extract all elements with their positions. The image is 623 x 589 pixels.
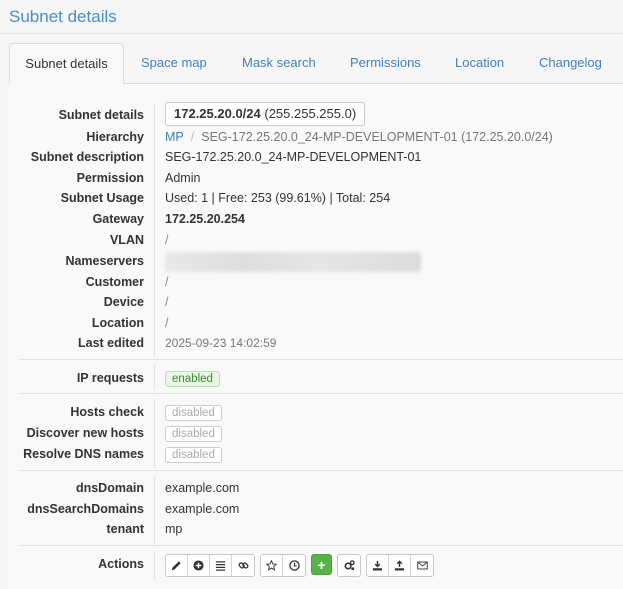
hosts-check-status-badge: disabled xyxy=(165,405,222,421)
link-icon xyxy=(238,562,248,569)
tab-mask-search[interactable]: Mask search xyxy=(242,43,316,84)
link-button[interactable] xyxy=(232,555,254,576)
action-group-favourite xyxy=(260,554,306,577)
cogs-icon xyxy=(344,560,355,571)
upload-icon xyxy=(394,560,405,571)
history-button[interactable] xyxy=(283,555,305,576)
breadcrumb: MP / SEG-172.25.20.0_24-MP-DEVELOPMENT-01 … xyxy=(165,127,553,147)
permission-label: Permission xyxy=(76,171,144,185)
resolve-dns-status-badge: disabled xyxy=(165,447,222,463)
ip-requests-label: IP requests xyxy=(76,371,144,385)
action-group-edit xyxy=(165,554,255,577)
title-divider xyxy=(0,33,623,34)
tab-space-map[interactable]: Space map xyxy=(141,43,207,84)
dns-search-domains-value: example.com xyxy=(165,502,240,516)
section-divider xyxy=(19,470,623,471)
description-value: SEG-172.25.20.0_24-MP-DEVELOPMENT-01 xyxy=(165,150,422,164)
vlan-label: VLAN xyxy=(109,233,144,247)
discover-hosts-label: Discover new hosts xyxy=(26,426,144,440)
export-button[interactable] xyxy=(367,555,389,576)
ip-requests-status-badge: enabled xyxy=(165,371,220,387)
column-divider xyxy=(154,398,155,468)
description-label: Subnet description xyxy=(30,150,144,164)
nameservers-label: Nameservers xyxy=(65,254,144,268)
breadcrumb-current: SEG-172.25.20.0_24-MP-DEVELOPMENT-01 (17… xyxy=(201,130,553,144)
actions-toolbar: + xyxy=(165,554,434,577)
customer-label: Customer xyxy=(85,275,144,289)
add-address-button[interactable] xyxy=(188,555,210,576)
action-group-settings xyxy=(337,554,361,577)
tab-location[interactable]: Location xyxy=(455,43,504,84)
dns-domain-label: dnsDomain xyxy=(75,481,144,495)
location-value: / xyxy=(165,316,169,330)
usage-label: Subnet Usage xyxy=(60,191,144,205)
tenant-value: mp xyxy=(165,522,183,536)
list-icon xyxy=(215,561,226,571)
favourite-button[interactable] xyxy=(261,555,283,576)
discover-hosts-status-badge: disabled xyxy=(165,426,222,442)
last-edited-value: 2025-09-23 14:02:59 xyxy=(165,336,277,350)
permission-value: Admin xyxy=(165,171,201,185)
tab-bar: Subnet details Space map Mask search Per… xyxy=(9,43,623,85)
customer-value: / xyxy=(165,275,169,289)
subnet-address-box: 172.25.20.0/24 (255.255.255.0) xyxy=(165,102,366,126)
tenant-label: tenant xyxy=(106,522,145,536)
plus-circle-icon xyxy=(193,560,204,571)
email-button[interactable] xyxy=(411,555,433,576)
page-title: Subnet details xyxy=(9,7,117,26)
column-divider xyxy=(154,476,155,544)
subnet-label: Subnet details xyxy=(58,108,144,122)
dns-search-domains-label: dnsSearchDomains xyxy=(27,502,144,516)
location-label: Location xyxy=(91,316,144,330)
hosts-check-label: Hosts check xyxy=(70,405,144,419)
last-edited-label: Last edited xyxy=(78,336,144,350)
edit-icon xyxy=(171,561,181,571)
action-group-export xyxy=(366,554,434,577)
page: Subnet details Subnet details Space map … xyxy=(0,0,623,589)
usage-value: Used: 1 | Free: 253 (99.61%) | Total: 25… xyxy=(165,191,391,205)
column-divider xyxy=(154,104,155,357)
column-divider xyxy=(154,550,155,580)
breadcrumb-separator: / xyxy=(190,130,195,144)
clock-icon xyxy=(288,560,300,571)
device-label: Device xyxy=(103,295,144,309)
gateway-label: Gateway xyxy=(92,212,144,226)
import-button[interactable] xyxy=(389,555,411,576)
add-button[interactable]: + xyxy=(311,554,332,575)
vlan-value: / xyxy=(165,233,169,247)
tab-subnet-details[interactable]: Subnet details xyxy=(9,43,124,85)
section-divider xyxy=(19,359,623,360)
gateway-value: 172.25.20.254 xyxy=(165,212,245,226)
envelope-icon xyxy=(416,561,428,570)
resolve-dns-label: Resolve DNS names xyxy=(23,447,144,461)
column-divider xyxy=(154,364,155,390)
settings-button[interactable] xyxy=(338,555,360,576)
download-icon xyxy=(372,560,383,571)
hierarchy-label: Hierarchy xyxy=(86,130,144,144)
subnet-details-panel: Subnet details 172.25.20.0/24 (255.255.2… xyxy=(9,84,623,589)
section-divider xyxy=(19,393,623,394)
section-divider xyxy=(19,545,623,546)
nameservers-redacted xyxy=(165,251,421,272)
device-value: / xyxy=(165,295,169,309)
subnet-address: 172.25.20.0/24 xyxy=(174,106,261,121)
edit-subnet-button[interactable] xyxy=(166,555,188,576)
breadcrumb-parent-link[interactable]: MP xyxy=(165,130,184,144)
tab-permissions[interactable]: Permissions xyxy=(350,43,421,84)
subnet-mask: (255.255.255.0) xyxy=(264,106,357,121)
list-button[interactable] xyxy=(210,555,232,576)
tab-changelog[interactable]: Changelog xyxy=(539,43,602,84)
plus-icon: + xyxy=(317,556,326,573)
actions-label: Actions xyxy=(98,557,144,571)
dns-domain-value: example.com xyxy=(165,481,240,495)
star-icon xyxy=(266,560,277,571)
